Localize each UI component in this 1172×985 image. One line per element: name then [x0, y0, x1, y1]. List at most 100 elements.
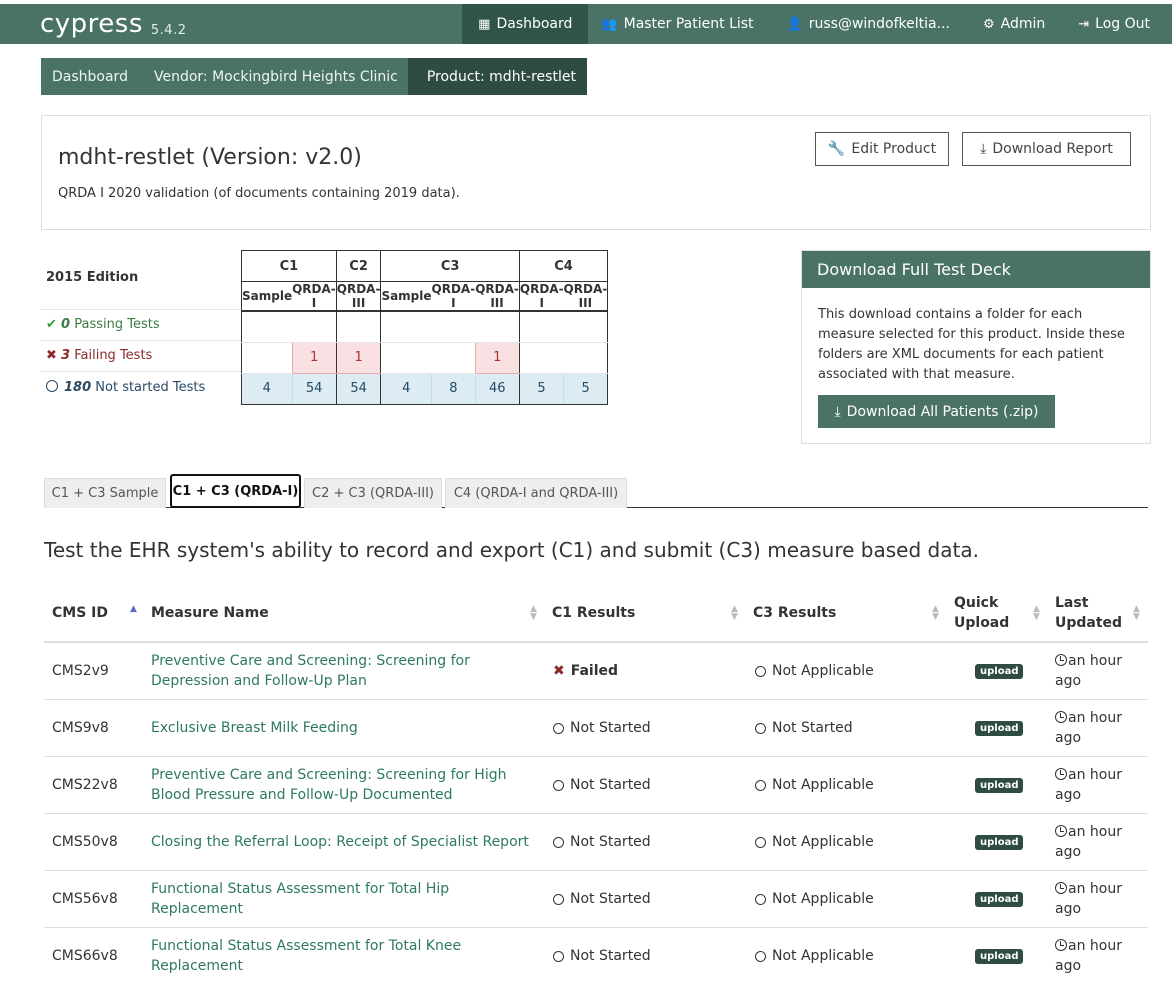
not-started-cell[interactable]: 4 [380, 373, 432, 405]
nav-master-patient-list[interactable]: 👥 Master Patient List [588, 4, 766, 44]
measure-name-link[interactable]: Closing the Referral Loop: Receipt of Sp… [151, 814, 541, 870]
sort-indicator[interactable]: ▲ ▼ [1133, 605, 1140, 622]
nav-admin[interactable]: ⚙ Admin [963, 4, 1058, 44]
not-started-count: 180 [64, 380, 92, 395]
divider [41, 340, 241, 341]
brand-logo[interactable]: cypress 5.4.2 [40, 9, 186, 39]
measure-name-link[interactable]: Preventive Care and Screening: Screening… [151, 643, 541, 699]
breadcrumb-vendor[interactable]: Vendor: Mockingbird Heights Clinic [142, 58, 408, 95]
table-row: CMS2v9 Preventive Care and Screening: Sc… [44, 643, 1148, 700]
header-quick-upload[interactable]: Quick Upload [954, 585, 1014, 641]
c3-result-label: Not Applicable [772, 948, 874, 964]
failing-cell[interactable]: 1 [474, 341, 520, 374]
subheader-c4-qrda-i: QRDA-I [518, 281, 564, 312]
upload-button[interactable]: upload [975, 664, 1024, 679]
failing-cell[interactable]: 1 [335, 341, 382, 374]
header-c3-results[interactable]: C3 Results [753, 585, 836, 641]
upload-button[interactable]: upload [975, 949, 1024, 964]
c1-result[interactable]: Not Started [553, 871, 651, 927]
not-started-cell[interactable]: 4 [241, 373, 293, 405]
last-updated: an hour ago [1055, 643, 1140, 699]
sort-up-icon: ▲ [130, 604, 137, 614]
subheader-c1-qrda-i: QRDA-I [292, 281, 337, 312]
edition-label: 2015 Edition [46, 270, 139, 285]
breadcrumb-product: Product: mdht-restlet [407, 58, 587, 95]
clock-icon [1055, 939, 1067, 951]
c3-result[interactable]: Not Applicable [755, 814, 874, 870]
upload-button[interactable]: upload [975, 892, 1024, 907]
upload-button[interactable]: upload [975, 778, 1024, 793]
status-cell [241, 311, 293, 343]
c3-result[interactable]: Not Applicable [755, 643, 874, 699]
header-cms-id[interactable]: CMS ID [52, 585, 108, 641]
c1-result[interactable]: Not Started [553, 814, 651, 870]
sort-indicator[interactable]: ▲ ▼ [731, 605, 738, 622]
c1-result-label: Not Started [570, 834, 651, 850]
sort-indicator[interactable]: ▲ ▼ [530, 605, 537, 622]
c3-result[interactable]: Not Applicable [755, 928, 874, 984]
c1-result[interactable]: Not Started [553, 928, 651, 984]
c3-result[interactable]: Not Started [755, 700, 853, 756]
measure-name-link[interactable]: Exclusive Breast Milk Feeding [151, 700, 541, 756]
product-description: QRDA I 2020 validation (of documents con… [58, 186, 460, 201]
c3-result[interactable]: Not Applicable [755, 757, 874, 813]
edit-product-button[interactable]: 🔧 Edit Product [815, 132, 949, 166]
c1-result[interactable]: Not Started [553, 757, 651, 813]
upload-button[interactable]: upload [975, 835, 1024, 850]
not-started-cell[interactable]: 54 [335, 373, 382, 405]
download-all-patients-button[interactable]: ⤓ Download All Patients (.zip) [818, 395, 1055, 428]
c3-result-label: Not Applicable [772, 663, 874, 679]
header-c1-results[interactable]: C1 Results [552, 585, 635, 641]
sort-indicator[interactable]: ▲ [130, 604, 137, 614]
download-test-deck-panel: Download Full Test Deck This download co… [801, 250, 1151, 444]
table-row: CMS56v8 Functional Status Assessment for… [44, 871, 1148, 928]
table-row: CMS50v8 Closing the Referral Loop: Recei… [44, 814, 1148, 871]
header-last-updated[interactable]: Last Updated [1055, 585, 1125, 641]
download-test-deck-title: Download Full Test Deck [802, 251, 1150, 288]
measure-name-link[interactable]: Preventive Care and Screening: Screening… [151, 757, 541, 813]
nav-dashboard[interactable]: ▦ Dashboard [462, 4, 589, 44]
tab-c4-qrda-i-and-qrda-iii[interactable]: C4 (QRDA-I and QRDA-III) [445, 478, 627, 508]
c1-result[interactable]: Not Started [553, 700, 651, 756]
download-report-button[interactable]: ⤓ Download Report [962, 132, 1131, 166]
circle-icon [755, 722, 766, 734]
c3-result[interactable]: Not Applicable [755, 871, 874, 927]
not-started-cell[interactable]: 5 [518, 373, 564, 405]
sort-indicator[interactable]: ▲ ▼ [1033, 605, 1040, 622]
product-panel: mdht-restlet (Version: v2.0) QRDA I 2020… [41, 115, 1151, 230]
failing-text: Failing Tests [74, 348, 153, 363]
header-measure-name[interactable]: Measure Name [151, 585, 269, 641]
tab-c1-c3-sample[interactable]: C1 + C3 Sample [44, 478, 166, 508]
breadcrumb-dashboard[interactable]: Dashboard [41, 58, 143, 95]
tab-c1-c3-qrda-i[interactable]: C1 + C3 (QRDA-I) [170, 474, 301, 508]
failing-cell[interactable]: 1 [291, 341, 337, 374]
check-icon: ✔ [46, 317, 57, 332]
clock-icon [1055, 768, 1067, 780]
c1-result[interactable]: ✖ Failed [553, 643, 618, 699]
failing-row: 1 1 1 [241, 341, 609, 374]
not-started-text: Not started Tests [95, 380, 206, 395]
not-started-tests-label: 180 Not started Tests [46, 379, 205, 395]
not-started-row: 4 54 54 4 8 46 5 5 [241, 373, 609, 405]
sort-indicator[interactable]: ▲ ▼ [932, 605, 939, 622]
c1-result-label: Failed [570, 663, 619, 679]
divider [41, 371, 241, 372]
passing-tests-label: ✔ 0 Passing Tests [46, 317, 160, 332]
not-started-cell[interactable]: 8 [431, 373, 476, 405]
measure-name-link[interactable]: Functional Status Assessment for Total H… [151, 871, 541, 927]
measure-name-link[interactable]: Functional Status Assessment for Total K… [151, 928, 541, 984]
cms-id: CMS22v8 [52, 777, 118, 793]
upload-button[interactable]: upload [975, 721, 1024, 736]
nav-logout[interactable]: ⇥ Log Out [1058, 4, 1172, 44]
x-icon: ✖ [553, 663, 565, 679]
circle-icon [553, 836, 564, 848]
not-started-cell[interactable]: 54 [291, 373, 337, 405]
circle-icon [755, 779, 766, 791]
table-icon: ▦ [478, 16, 491, 32]
cms-id: CMS66v8 [52, 948, 118, 964]
not-started-cell[interactable]: 46 [474, 373, 520, 405]
tab-c2-c3-qrda-iii[interactable]: C2 + C3 (QRDA-III) [304, 478, 442, 508]
sort-down-icon: ▼ [530, 612, 537, 622]
nav-user[interactable]: 👤 russ@windofkeltia... [767, 4, 963, 44]
not-started-cell[interactable]: 5 [563, 373, 609, 405]
